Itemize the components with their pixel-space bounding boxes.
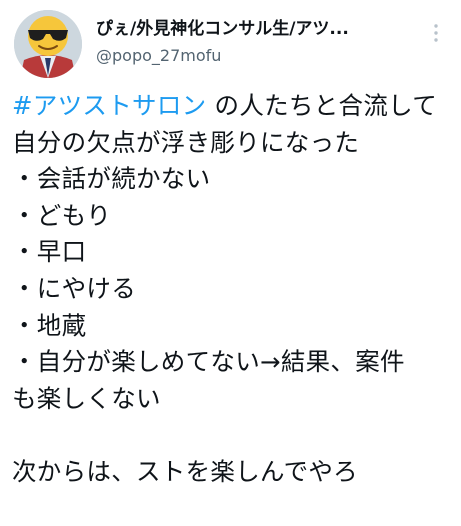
more-vertical-icon: [434, 24, 438, 42]
author-display-name[interactable]: ぴぇ/外見神化コンサル生/アツ...: [96, 18, 406, 40]
avatar[interactable]: [14, 10, 82, 78]
hashtag-link[interactable]: #アツストサロン: [12, 91, 206, 120]
tweet: ぴぇ/外見神化コンサル生/アツ... @popo_27mofu #アツストサロン…: [0, 0, 461, 526]
tweet-text: #アツストサロン の人たちと合流して自分の欠点が浮き彫りになった ・会話が続かな…: [12, 88, 452, 491]
author-info: ぴぇ/外見神化コンサル生/アツ... @popo_27mofu: [96, 18, 406, 66]
more-options-button[interactable]: [428, 22, 444, 44]
author-handle[interactable]: @popo_27mofu: [96, 46, 406, 66]
tweet-body-text: の人たちと合流して自分の欠点が浮き彫りになった ・会話が続かない ・どもり ・早…: [12, 91, 437, 486]
sunglasses-emoji-avatar-icon: [14, 10, 82, 78]
